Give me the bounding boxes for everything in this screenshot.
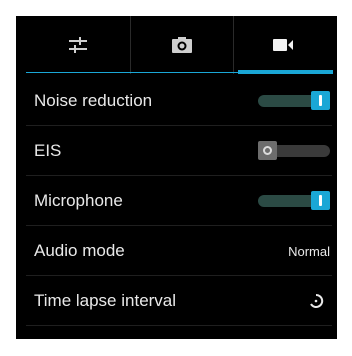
noise-reduction-toggle[interactable] — [258, 91, 330, 110]
toggle-knob — [311, 191, 330, 210]
video-camera-icon — [272, 39, 293, 51]
camera-icon — [171, 37, 192, 53]
timer-icon[interactable] — [308, 293, 324, 309]
toggle-knob — [258, 141, 277, 160]
row-divider — [26, 325, 332, 326]
camera-settings-panel: Noise reduction EIS Microphone Audio mod… — [16, 16, 337, 339]
setting-row-microphone[interactable]: Microphone — [26, 176, 332, 226]
setting-row-noise-reduction[interactable]: Noise reduction — [26, 76, 332, 126]
setting-row-audio-mode[interactable]: Audio mode Normal — [26, 226, 332, 276]
setting-row-time-lapse-interval[interactable]: Time lapse interval — [26, 276, 332, 326]
tab-general-settings[interactable] — [26, 16, 130, 74]
noise-reduction-label: Noise reduction — [34, 91, 153, 110]
audio-mode-label: Audio mode — [34, 241, 125, 260]
microphone-toggle[interactable] — [258, 191, 330, 210]
active-tab-indicator — [238, 70, 333, 74]
eis-label: EIS — [34, 141, 62, 160]
setting-row-eis[interactable]: EIS — [26, 126, 332, 176]
audio-mode-value[interactable]: Normal — [288, 244, 330, 259]
microphone-label: Microphone — [34, 191, 123, 210]
tab-photo-settings[interactable] — [130, 16, 233, 74]
toggle-knob — [311, 91, 330, 110]
time-lapse-interval-label: Time lapse interval — [34, 291, 177, 310]
eis-toggle[interactable] — [258, 141, 330, 160]
tab-video-settings[interactable] — [233, 16, 332, 74]
settings-tab-bar — [26, 16, 333, 74]
sliders-icon — [69, 37, 87, 53]
